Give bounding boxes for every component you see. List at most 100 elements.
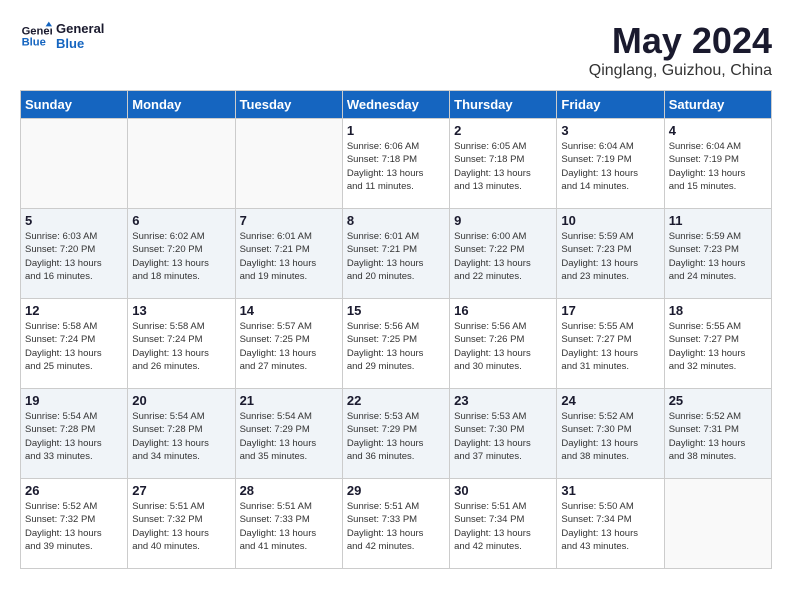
cell-info: Sunrise: 5:59 AM Sunset: 7:23 PM Dayligh…: [669, 230, 767, 283]
cell-info: Sunrise: 5:51 AM Sunset: 7:34 PM Dayligh…: [454, 500, 552, 553]
cell-info: Sunrise: 6:02 AM Sunset: 7:20 PM Dayligh…: [132, 230, 230, 283]
calendar-cell: 2 Sunrise: 6:05 AM Sunset: 7:18 PM Daylig…: [450, 119, 557, 209]
calendar-cell: 10Sunrise: 5:59 AM Sunset: 7:23 PM Dayli…: [557, 209, 664, 299]
calendar-cell: 16 Sunrise: 5:56 AM Sunset: 7:26 PM Dayli…: [450, 299, 557, 389]
calendar-cell: 17Sunrise: 5:55 AM Sunset: 7:27 PM Dayli…: [557, 299, 664, 389]
calendar-cell: 4 Sunrise: 6:04 AM Sunset: 7:19 PM Daylig…: [664, 119, 771, 209]
cell-info: Sunrise: 5:59 AM Sunset: 7:23 PM Dayligh…: [561, 230, 659, 283]
calendar-cell: 14 Sunrise: 5:57 AM Sunset: 7:25 PM Dayli…: [235, 299, 342, 389]
cell-info: Sunrise: 6:05 AM Sunset: 7:18 PM Dayligh…: [454, 140, 552, 193]
svg-text:General: General: [22, 25, 52, 37]
calendar-cell: 28Sunrise: 5:51 AM Sunset: 7:33 PM Dayli…: [235, 479, 342, 569]
cell-date: 2: [454, 123, 552, 138]
calendar-cell: 1 Sunrise: 6:06 AM Sunset: 7:18 PM Daylig…: [342, 119, 449, 209]
day-header-tuesday: Tuesday: [235, 91, 342, 119]
cell-date: 19: [25, 393, 123, 408]
logo-blue-text: Blue: [56, 36, 104, 51]
cell-date: 6: [132, 213, 230, 228]
cell-date: 17: [561, 303, 659, 318]
cell-date: 24: [561, 393, 659, 408]
cell-date: 28: [240, 483, 338, 498]
cell-date: 22: [347, 393, 445, 408]
calendar-cell: 5 Sunrise: 6:03 AM Sunset: 7:20 PM Daylig…: [21, 209, 128, 299]
cell-info: Sunrise: 5:58 AM Sunset: 7:24 PM Dayligh…: [132, 320, 230, 373]
cell-info: Sunrise: 6:00 AM Sunset: 7:22 PM Dayligh…: [454, 230, 552, 283]
cell-date: 5: [25, 213, 123, 228]
calendar-cell: 3Sunrise: 6:04 AM Sunset: 7:19 PM Daylig…: [557, 119, 664, 209]
cell-date: 4: [669, 123, 767, 138]
cell-info: Sunrise: 5:57 AM Sunset: 7:25 PM Dayligh…: [240, 320, 338, 373]
month-title: May 2024: [589, 20, 772, 62]
cell-info: Sunrise: 6:01 AM Sunset: 7:21 PM Dayligh…: [240, 230, 338, 283]
day-header-monday: Monday: [128, 91, 235, 119]
cell-info: Sunrise: 6:01 AM Sunset: 7:21 PM Dayligh…: [347, 230, 445, 283]
calendar-cell: 18Sunrise: 5:55 AM Sunset: 7:27 PM Dayli…: [664, 299, 771, 389]
cell-info: Sunrise: 5:54 AM Sunset: 7:28 PM Dayligh…: [132, 410, 230, 463]
cell-date: 20: [132, 393, 230, 408]
cell-date: 15: [347, 303, 445, 318]
cell-info: Sunrise: 5:52 AM Sunset: 7:32 PM Dayligh…: [25, 500, 123, 553]
calendar-cell: [21, 119, 128, 209]
cell-info: Sunrise: 5:56 AM Sunset: 7:25 PM Dayligh…: [347, 320, 445, 373]
calendar-cell: 15 Sunrise: 5:56 AM Sunset: 7:25 PM Dayli…: [342, 299, 449, 389]
cell-date: 1: [347, 123, 445, 138]
title-section: May 2024 Qinglang, Guizhou, China: [589, 20, 772, 80]
cell-date: 9: [454, 213, 552, 228]
calendar-table: SundayMondayTuesdayWednesdayThursdayFrid…: [20, 90, 772, 569]
calendar-cell: 11 Sunrise: 5:59 AM Sunset: 7:23 PM Dayli…: [664, 209, 771, 299]
calendar-cell: 26 Sunrise: 5:52 AM Sunset: 7:32 PM Dayli…: [21, 479, 128, 569]
calendar-cell: 27 Sunrise: 5:51 AM Sunset: 7:32 PM Dayli…: [128, 479, 235, 569]
day-header-saturday: Saturday: [664, 91, 771, 119]
location: Qinglang, Guizhou, China: [589, 62, 772, 80]
calendar-cell: 9 Sunrise: 6:00 AM Sunset: 7:22 PM Daylig…: [450, 209, 557, 299]
cell-info: Sunrise: 6:06 AM Sunset: 7:18 PM Dayligh…: [347, 140, 445, 193]
cell-info: Sunrise: 5:53 AM Sunset: 7:30 PM Dayligh…: [454, 410, 552, 463]
calendar-cell: 23 Sunrise: 5:53 AM Sunset: 7:30 PM Dayli…: [450, 389, 557, 479]
calendar-cell: 12 Sunrise: 5:58 AM Sunset: 7:24 PM Dayli…: [21, 299, 128, 389]
cell-date: 26: [25, 483, 123, 498]
cell-info: Sunrise: 5:53 AM Sunset: 7:29 PM Dayligh…: [347, 410, 445, 463]
logo-general-text: General: [56, 21, 104, 36]
calendar-cell: 31Sunrise: 5:50 AM Sunset: 7:34 PM Dayli…: [557, 479, 664, 569]
cell-info: Sunrise: 5:52 AM Sunset: 7:31 PM Dayligh…: [669, 410, 767, 463]
calendar-cell: 25 Sunrise: 5:52 AM Sunset: 7:31 PM Dayli…: [664, 389, 771, 479]
calendar-cell: 8 Sunrise: 6:01 AM Sunset: 7:21 PM Daylig…: [342, 209, 449, 299]
cell-info: Sunrise: 5:56 AM Sunset: 7:26 PM Dayligh…: [454, 320, 552, 373]
cell-date: 11: [669, 213, 767, 228]
cell-info: Sunrise: 5:51 AM Sunset: 7:32 PM Dayligh…: [132, 500, 230, 553]
cell-info: Sunrise: 6:04 AM Sunset: 7:19 PM Dayligh…: [669, 140, 767, 193]
calendar-cell: 6 Sunrise: 6:02 AM Sunset: 7:20 PM Daylig…: [128, 209, 235, 299]
cell-date: 12: [25, 303, 123, 318]
cell-date: 25: [669, 393, 767, 408]
svg-text:Blue: Blue: [22, 37, 46, 49]
calendar-cell: 20 Sunrise: 5:54 AM Sunset: 7:28 PM Dayli…: [128, 389, 235, 479]
calendar-cell: 22 Sunrise: 5:53 AM Sunset: 7:29 PM Dayli…: [342, 389, 449, 479]
cell-date: 8: [347, 213, 445, 228]
logo: General Blue General Blue: [20, 20, 104, 52]
cell-date: 16: [454, 303, 552, 318]
cell-date: 13: [132, 303, 230, 318]
cell-date: 31: [561, 483, 659, 498]
calendar-cell: 29Sunrise: 5:51 AM Sunset: 7:33 PM Dayli…: [342, 479, 449, 569]
cell-date: 27: [132, 483, 230, 498]
calendar-cell: 13 Sunrise: 5:58 AM Sunset: 7:24 PM Dayli…: [128, 299, 235, 389]
calendar-cell: [664, 479, 771, 569]
calendar-cell: 24 Sunrise: 5:52 AM Sunset: 7:30 PM Dayli…: [557, 389, 664, 479]
calendar-cell: 19Sunrise: 5:54 AM Sunset: 7:28 PM Dayli…: [21, 389, 128, 479]
cell-date: 14: [240, 303, 338, 318]
cell-date: 29: [347, 483, 445, 498]
calendar-cell: [128, 119, 235, 209]
cell-info: Sunrise: 5:52 AM Sunset: 7:30 PM Dayligh…: [561, 410, 659, 463]
logo-icon: General Blue: [20, 20, 52, 52]
cell-info: Sunrise: 6:04 AM Sunset: 7:19 PM Dayligh…: [561, 140, 659, 193]
cell-date: 30: [454, 483, 552, 498]
cell-info: Sunrise: 5:58 AM Sunset: 7:24 PM Dayligh…: [25, 320, 123, 373]
day-header-wednesday: Wednesday: [342, 91, 449, 119]
calendar-cell: 30 Sunrise: 5:51 AM Sunset: 7:34 PM Dayli…: [450, 479, 557, 569]
cell-date: 7: [240, 213, 338, 228]
calendar-cell: 7 Sunrise: 6:01 AM Sunset: 7:21 PM Daylig…: [235, 209, 342, 299]
cell-date: 18: [669, 303, 767, 318]
cell-info: Sunrise: 6:03 AM Sunset: 7:20 PM Dayligh…: [25, 230, 123, 283]
cell-date: 23: [454, 393, 552, 408]
day-header-thursday: Thursday: [450, 91, 557, 119]
